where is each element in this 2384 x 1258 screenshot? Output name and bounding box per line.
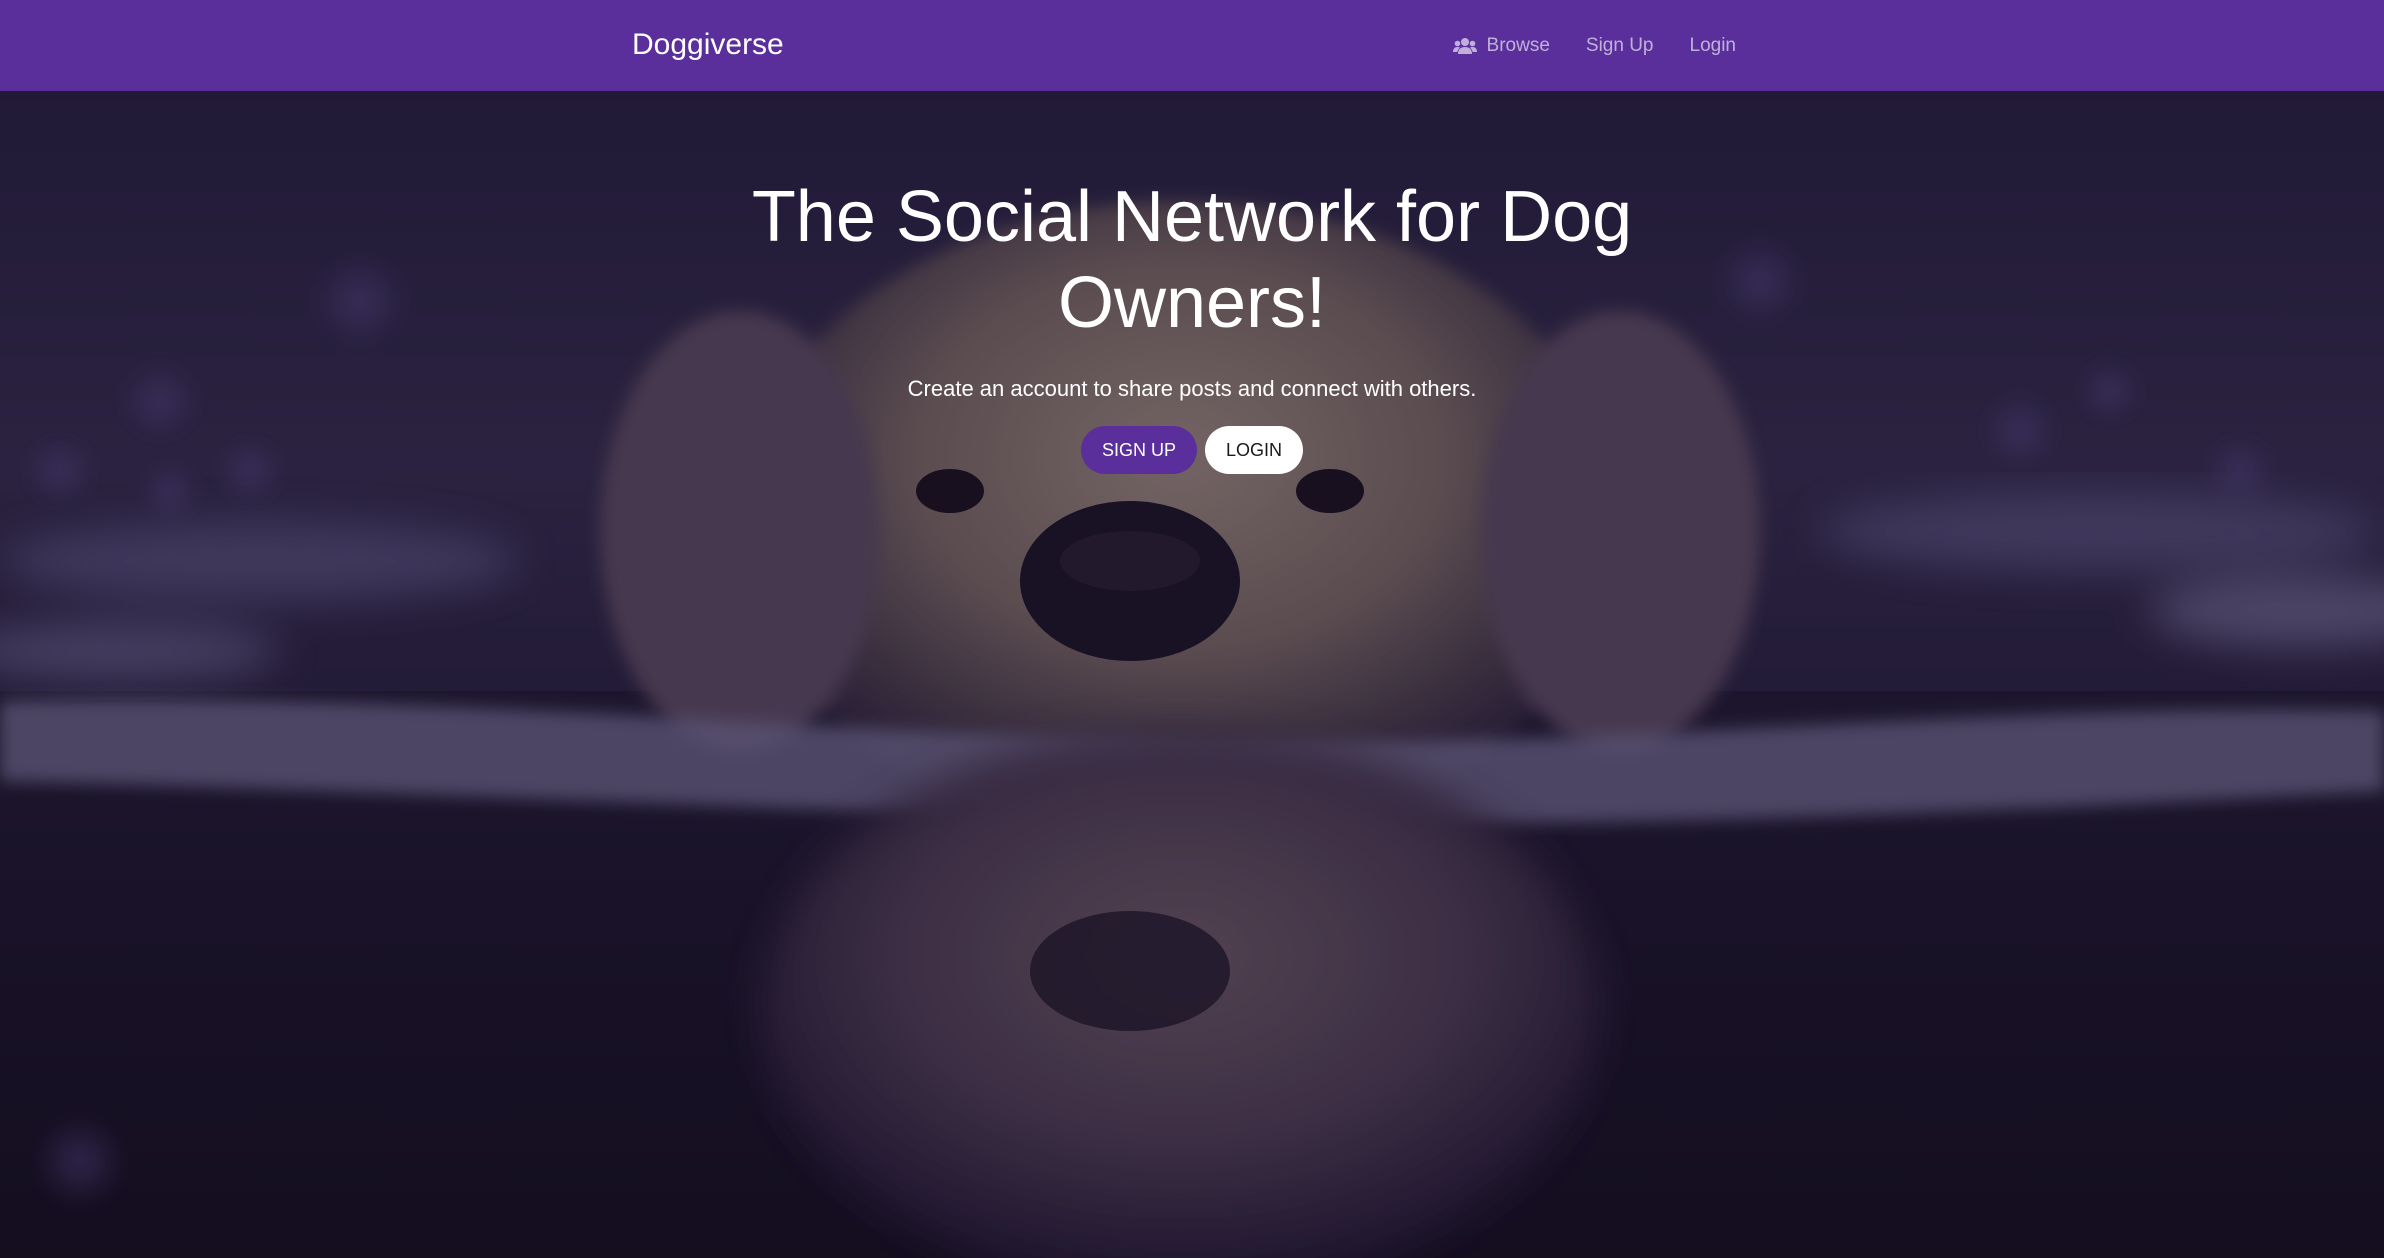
nav-link-sign-up[interactable]: Sign Up bbox=[1586, 33, 1654, 59]
brand-logo-link[interactable]: Doggiverse bbox=[632, 26, 784, 64]
nav-link-browse[interactable]: Browse bbox=[1452, 33, 1550, 59]
hero-content: The Social Network for Dog Owners! Creat… bbox=[0, 91, 2384, 474]
hero-subtitle: Create an account to share posts and con… bbox=[907, 376, 1477, 401]
navbar: Doggiverse Browse Sign Up Login bbox=[0, 0, 2384, 91]
sign-up-button[interactable]: SIGN UP bbox=[1080, 426, 1197, 474]
nav-link-login[interactable]: Login bbox=[1690, 33, 1737, 59]
hero-buttons: SIGN UP LOGIN bbox=[0, 426, 2384, 474]
nav-link-browse-label: Browse bbox=[1486, 35, 1550, 56]
hero-section: The Social Network for Dog Owners! Creat… bbox=[0, 91, 2384, 1258]
users-icon bbox=[1452, 37, 1477, 55]
nav-link-login-label: Login bbox=[1689, 35, 1737, 56]
nav-link-sign-up-label: Sign Up bbox=[1585, 35, 1654, 56]
login-button[interactable]: LOGIN bbox=[1205, 426, 1304, 474]
nav-links: Browse Sign Up Login bbox=[1452, 33, 1737, 59]
hero-title: The Social Network for Dog Owners! bbox=[751, 177, 1633, 343]
